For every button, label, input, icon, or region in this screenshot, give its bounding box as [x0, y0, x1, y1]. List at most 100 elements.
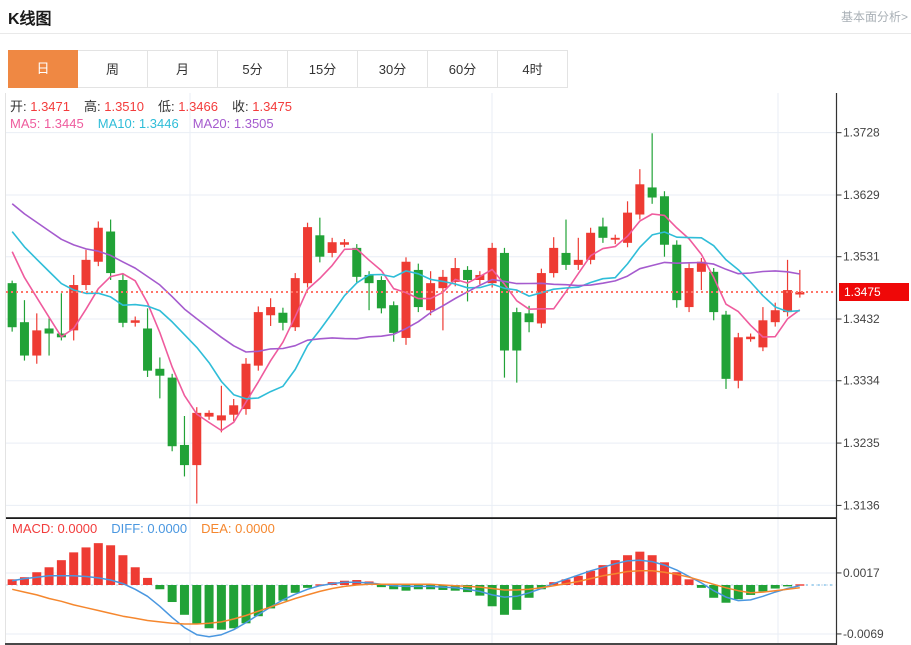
- candle[interactable]: [660, 191, 669, 256]
- candle[interactable]: [205, 410, 214, 419]
- candle[interactable]: [106, 220, 115, 280]
- candle[interactable]: [734, 333, 743, 388]
- candle[interactable]: [722, 311, 731, 389]
- macd-bar: [771, 585, 780, 589]
- macd-bar: [168, 585, 177, 602]
- tab-4时[interactable]: 4时: [498, 50, 568, 88]
- macd-bar: [82, 547, 91, 585]
- candle[interactable]: [168, 374, 177, 451]
- macd-bar: [32, 572, 41, 585]
- macd-tick-label: -0.0069: [843, 627, 884, 641]
- current-price-badge: 1.3475: [839, 283, 909, 301]
- macd-bar: [783, 585, 792, 586]
- candle[interactable]: [340, 239, 349, 247]
- tab-月[interactable]: 月: [148, 50, 218, 88]
- candle[interactable]: [562, 220, 571, 270]
- candle[interactable]: [266, 298, 275, 326]
- candle[interactable]: [32, 313, 41, 363]
- ohlc-legend: 开: 1.3471高: 1.3510低: 1.3466收: 1.3475: [10, 96, 306, 115]
- candle[interactable]: [414, 264, 423, 312]
- macd-bar: [131, 567, 140, 585]
- candle[interactable]: [438, 270, 447, 330]
- macd-bar: [291, 585, 300, 593]
- macd-bar: [118, 555, 127, 585]
- candle[interactable]: [180, 416, 189, 476]
- macd-bar: [192, 585, 201, 624]
- candle[interactable]: [217, 386, 226, 433]
- candle[interactable]: [783, 260, 792, 317]
- macd-bar: [205, 585, 214, 628]
- candle[interactable]: [500, 248, 509, 378]
- gridlines: 1.37281.36291.35311.34321.33341.32351.31…: [6, 93, 880, 643]
- candles-layer[interactable]: [8, 133, 805, 503]
- macd-bar: [180, 585, 189, 615]
- candle[interactable]: [45, 318, 54, 355]
- tab-周[interactable]: 周: [78, 50, 148, 88]
- tab-60分[interactable]: 60分: [428, 50, 498, 88]
- fundamental-analysis-link[interactable]: 基本面分析>: [841, 8, 908, 25]
- macd-bar: [685, 579, 694, 585]
- macd-bar: [143, 578, 152, 585]
- price-tick-label: 1.3432: [843, 312, 880, 326]
- legend-item: MA5: 1.3445: [10, 116, 84, 131]
- macd-bar: [229, 585, 238, 628]
- candle[interactable]: [20, 300, 29, 360]
- macd-bar: [635, 552, 644, 585]
- candle[interactable]: [303, 223, 312, 288]
- candle[interactable]: [328, 238, 337, 258]
- legend-item: MACD: 0.0000: [12, 521, 97, 536]
- macd-bar: [57, 560, 66, 585]
- candle[interactable]: [155, 357, 164, 398]
- macd-bar: [242, 585, 251, 623]
- candle[interactable]: [574, 238, 583, 270]
- candle[interactable]: [758, 307, 767, 351]
- candle[interactable]: [537, 269, 546, 328]
- legend-item: 收: 1.3475: [232, 99, 292, 114]
- candle[interactable]: [8, 281, 17, 332]
- candle[interactable]: [192, 407, 201, 503]
- candle[interactable]: [746, 334, 755, 342]
- tab-5分[interactable]: 5分: [218, 50, 288, 88]
- legend-item: MA10: 1.3446: [98, 116, 179, 131]
- legend-item: DIFF: 0.0000: [111, 521, 187, 536]
- candle[interactable]: [82, 250, 91, 290]
- price-tick-label: 1.3531: [843, 250, 880, 264]
- candle[interactable]: [648, 133, 657, 204]
- candle[interactable]: [94, 221, 103, 266]
- candle[interactable]: [254, 306, 263, 370]
- candle[interactable]: [512, 308, 521, 383]
- legend-item: MA20: 1.3505: [193, 116, 274, 131]
- candle[interactable]: [611, 235, 620, 244]
- candle[interactable]: [131, 317, 140, 327]
- macd-legend: MACD: 0.0000DIFF: 0.0000DEA: 0.0000: [12, 521, 289, 536]
- macd-bar: [795, 584, 804, 585]
- candle[interactable]: [315, 218, 324, 263]
- candle[interactable]: [389, 301, 398, 341]
- legend-item: 开: 1.3471: [10, 99, 70, 114]
- candle[interactable]: [586, 228, 595, 265]
- candle[interactable]: [598, 218, 607, 243]
- tab-日[interactable]: 日: [8, 50, 78, 88]
- dea-line: [12, 571, 800, 624]
- diff-line: [12, 560, 800, 637]
- tab-30分[interactable]: 30分: [358, 50, 428, 88]
- tab-15分[interactable]: 15分: [288, 50, 358, 88]
- candle[interactable]: [57, 293, 66, 340]
- candle[interactable]: [278, 308, 287, 331]
- candle[interactable]: [377, 276, 386, 313]
- candle[interactable]: [549, 237, 558, 277]
- candle[interactable]: [118, 273, 127, 327]
- candle[interactable]: [623, 201, 632, 247]
- candle[interactable]: [635, 169, 644, 219]
- macd-bar: [69, 552, 78, 585]
- kline-page: 1.37281.36291.35311.34321.33341.32351.31…: [0, 0, 911, 645]
- price-tick-label: 1.3235: [843, 436, 880, 450]
- macd-tick-label: 0.0017: [843, 566, 880, 580]
- candle[interactable]: [672, 240, 681, 307]
- legend-item: 高: 1.3510: [84, 99, 144, 114]
- macd-bar: [155, 585, 164, 589]
- macd-panel[interactable]: 0.0017 -0.0069: [6, 543, 884, 641]
- candle[interactable]: [685, 264, 694, 312]
- ma-legend: MA5: 1.3445 MA10: 1.3446 MA20: 1.3505: [10, 116, 288, 131]
- page-title: K线图: [8, 5, 52, 29]
